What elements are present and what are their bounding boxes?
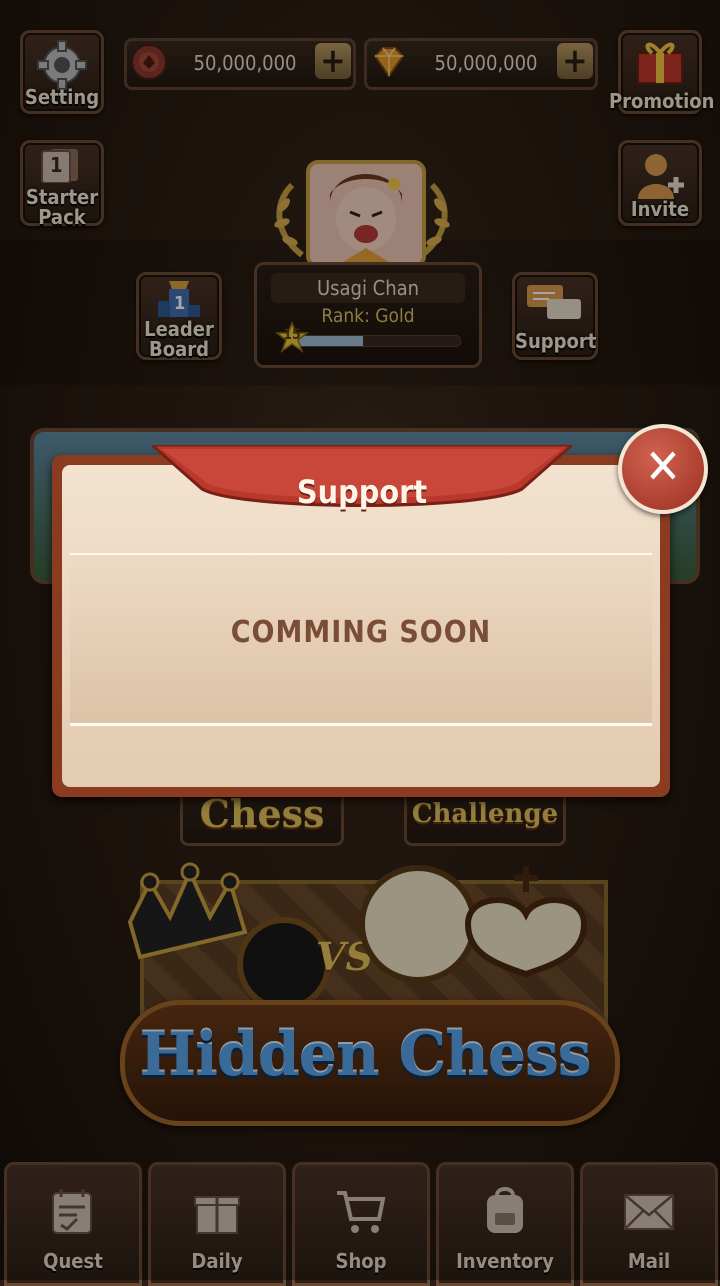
close-icon: ✕ [644,439,682,495]
close-button[interactable]: ✕ [618,424,708,514]
coming-soon-message: COMMING SOON [230,615,492,650]
dialog-title: Support [296,473,428,511]
support-dialog-panel: COMMING SOON [70,553,652,726]
support-dialog: COMMING SOON Support [52,445,670,797]
